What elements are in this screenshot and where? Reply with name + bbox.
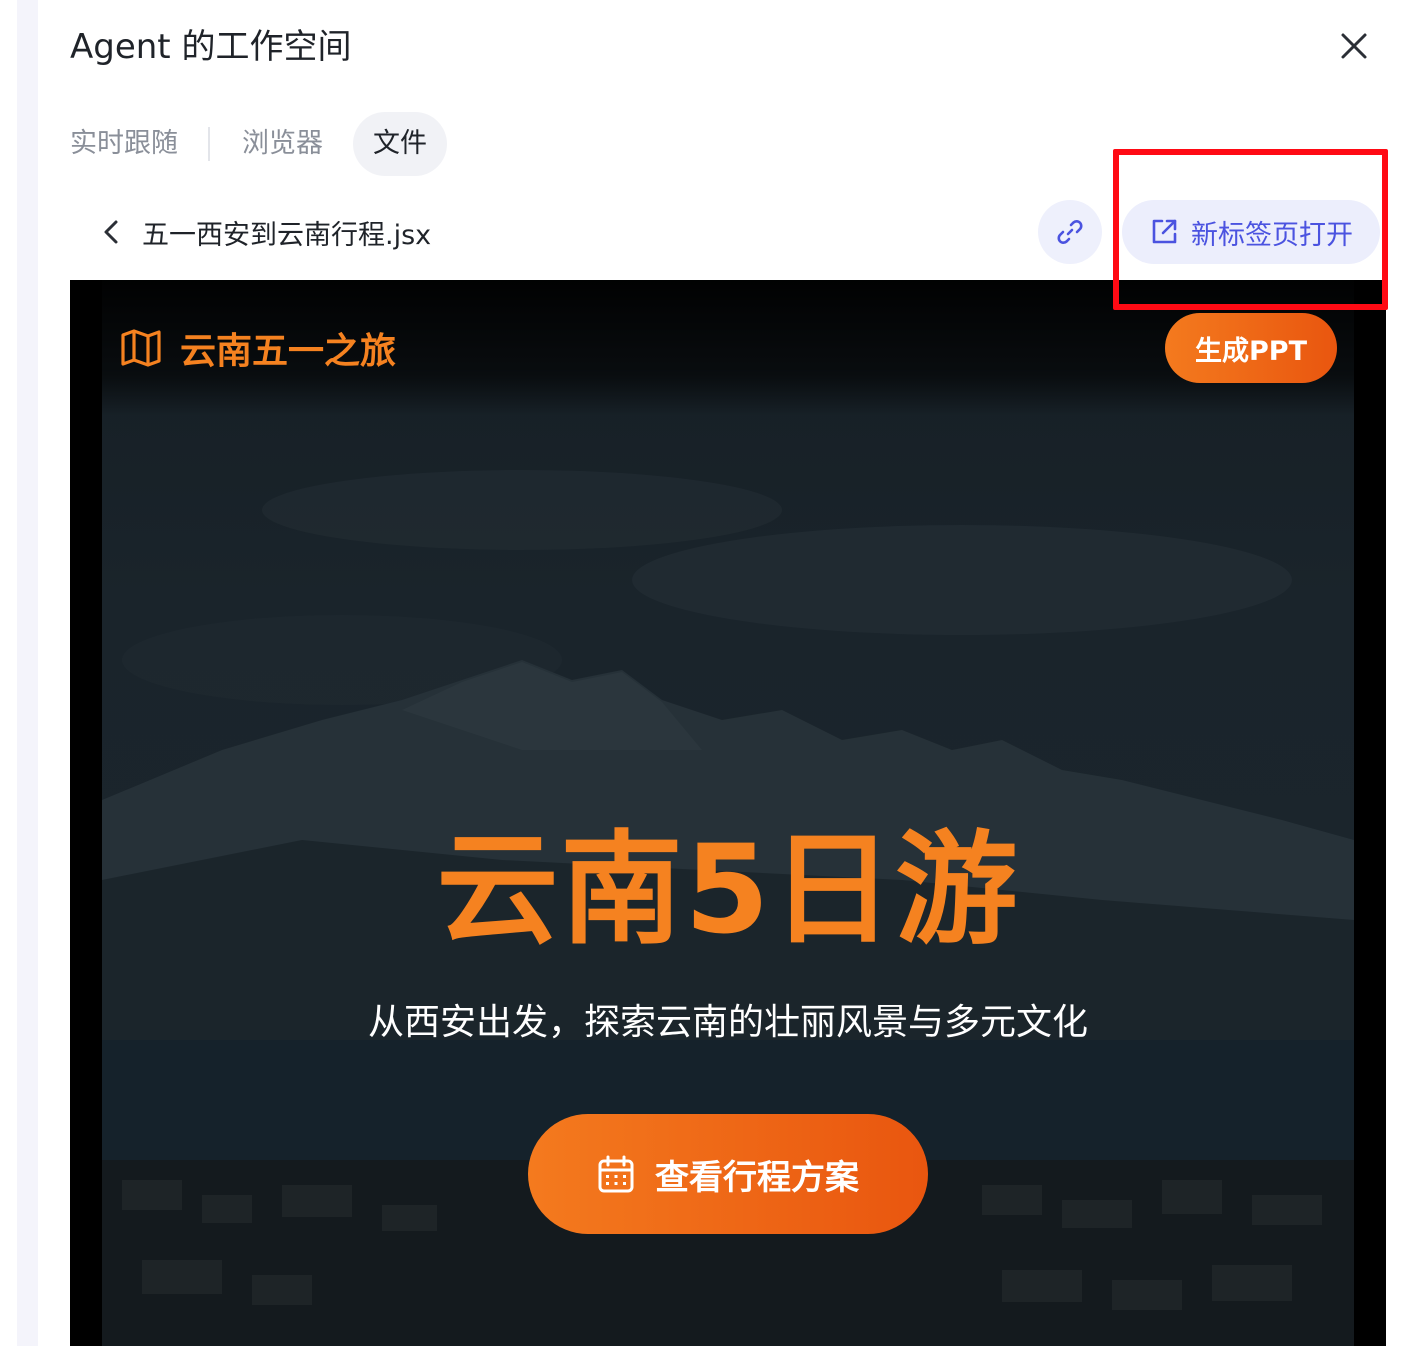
hero-subtitle: 从西安出发，探索云南的壮丽风景与多元文化 [367, 1002, 1088, 1043]
view-itinerary-label: 查看行程方案 [655, 1157, 859, 1198]
close-button[interactable] [1330, 22, 1378, 70]
brand[interactable]: 云南五一之旅 [120, 324, 396, 372]
external-link-icon [1152, 219, 1177, 244]
file-name: 五一西安到云南行程.jsx [142, 219, 432, 251]
tab-live-follow[interactable]: 实时跟随 [70, 112, 208, 176]
open-in-new-tab-label: 新标签页打开 [1191, 219, 1353, 251]
brand-name: 云南五一之旅 [180, 331, 397, 372]
tab-browser[interactable]: 浏览器 [210, 112, 353, 176]
hero-title: 云南5日游 [436, 819, 1020, 961]
file-bar: 五一西安到云南行程.jsx [96, 200, 431, 264]
copy-link-button[interactable] [1038, 200, 1102, 264]
chevron-left-icon [104, 220, 118, 244]
generate-ppt-button[interactable]: 生成PPT [1165, 313, 1337, 383]
workspace-tabs: 实时跟随 浏览器 文件 [70, 112, 447, 176]
back-button[interactable] [96, 212, 126, 252]
open-in-new-tab-button[interactable]: 新标签页打开 [1122, 200, 1380, 264]
calendar-icon [598, 1155, 634, 1193]
close-icon [1341, 33, 1367, 59]
map-icon [121, 329, 161, 367]
preview-header: 云南五一之旅 生成PPT [70, 280, 1386, 416]
link-icon [1057, 220, 1083, 244]
file-preview: 云南五一之旅 生成PPT 云南5日游 从西安出发，探索云南的壮丽风景与多元文化 … [70, 280, 1386, 1346]
left-panel-edge [0, 0, 38, 1346]
view-itinerary-button[interactable]: 查看行程方案 [528, 1114, 928, 1234]
tab-files[interactable]: 文件 [353, 112, 447, 176]
panel-title: Agent 的工作空间 [70, 27, 352, 67]
